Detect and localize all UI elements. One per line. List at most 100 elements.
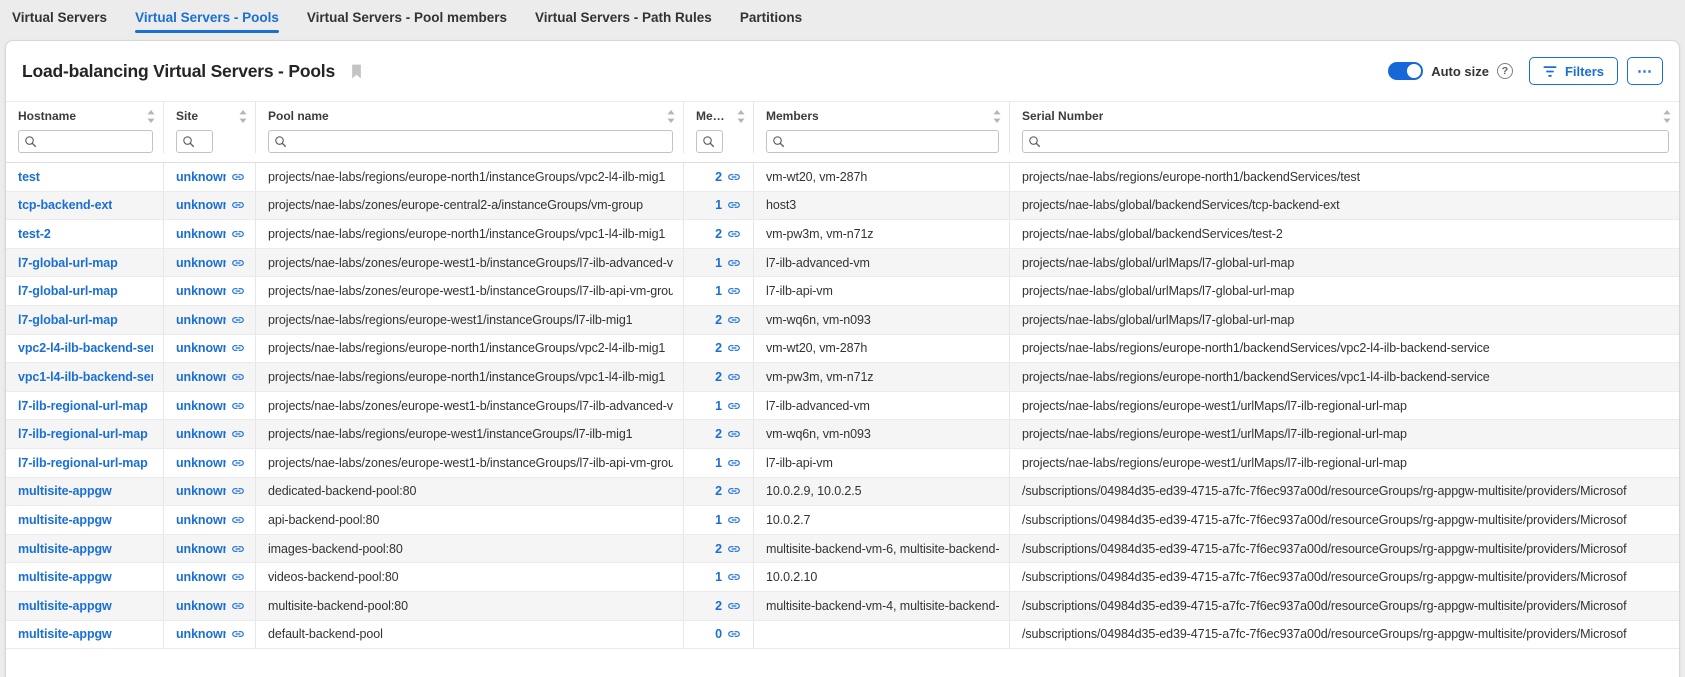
bookmark-icon[interactable]: [349, 63, 364, 80]
site-link[interactable]: unknown: [176, 456, 245, 470]
tab-partitions[interactable]: Partitions: [740, 0, 802, 34]
hostname-link[interactable]: multisite-appgw: [18, 484, 112, 498]
hostname-link[interactable]: tcp-backend-ext: [18, 198, 112, 212]
site-link[interactable]: unknown: [176, 284, 245, 298]
members-count-link[interactable]: 1: [715, 456, 741, 470]
site-link[interactable]: unknown: [176, 484, 245, 498]
hostname-link[interactable]: vpc2-l4-ilb-backend-service: [18, 341, 153, 355]
sort-icon[interactable]: [987, 110, 1001, 123]
serial-number-filter-input[interactable]: [1041, 131, 1668, 152]
help-icon[interactable]: ?: [1497, 63, 1513, 79]
table-row: l7-global-url-map unknown projects/nae-l…: [6, 306, 1679, 335]
members-count-link[interactable]: 1: [715, 284, 741, 298]
link-chain-icon: [727, 513, 741, 527]
hostname-link[interactable]: vpc1-l4-ilb-backend-service: [18, 370, 153, 384]
hostname-link[interactable]: test-2: [18, 227, 51, 241]
members-count-link[interactable]: 2: [715, 427, 741, 441]
site-link[interactable]: unknown: [176, 198, 245, 212]
table-row: l7-ilb-regional-url-map unknown projects…: [6, 449, 1679, 478]
site-link[interactable]: unknown: [176, 542, 245, 556]
pool-name-cell: videos-backend-pool:80: [256, 563, 684, 591]
hostname-link[interactable]: l7-global-url-map: [18, 256, 118, 270]
site-link[interactable]: unknown: [176, 627, 245, 641]
members-cell: host3: [754, 192, 1010, 220]
link-chain-icon: [727, 170, 741, 184]
link-chain-icon: [231, 227, 245, 241]
hostname-link[interactable]: l7-ilb-regional-url-map: [18, 456, 148, 470]
members-count-link[interactable]: 1: [715, 399, 741, 413]
hostname-filter-input[interactable]: [37, 131, 152, 152]
members-count-link[interactable]: 1: [715, 570, 741, 584]
members-count-link[interactable]: 2: [715, 542, 741, 556]
members-count-link[interactable]: 2: [715, 170, 741, 184]
site-link[interactable]: unknown: [176, 227, 245, 241]
members-count-link[interactable]: 0: [715, 627, 741, 641]
tab-virtual-servers-pool-members[interactable]: Virtual Servers - Pool members: [307, 0, 507, 34]
serial-number-cell: projects/nae-labs/global/backendServices…: [1010, 192, 1679, 220]
site-link[interactable]: unknown: [176, 256, 245, 270]
site-link[interactable]: unknown: [176, 399, 245, 413]
table-row: multisite-appgw unknown api-backend-pool…: [6, 506, 1679, 535]
link-chain-icon: [231, 370, 245, 384]
members-count-link[interactable]: 2: [715, 227, 741, 241]
toggle-knob: [1407, 64, 1421, 78]
hostname-link[interactable]: l7-global-url-map: [18, 284, 118, 298]
members-count-link[interactable]: 2: [715, 370, 741, 384]
sort-icon[interactable]: [661, 110, 675, 123]
sort-icon[interactable]: [141, 110, 155, 123]
site-link[interactable]: unknown: [176, 313, 245, 327]
hostname-link[interactable]: multisite-appgw: [18, 627, 112, 641]
site-link[interactable]: unknown: [176, 341, 245, 355]
members-count-link[interactable]: 1: [715, 256, 741, 270]
link-chain-icon: [727, 313, 741, 327]
filters-button[interactable]: Filters: [1529, 57, 1618, 85]
link-chain-icon: [727, 370, 741, 384]
hostname-link[interactable]: multisite-appgw: [18, 513, 112, 527]
serial-number-cell: /subscriptions/04984d35-ed39-4715-a7fc-7…: [1010, 592, 1679, 620]
table-row: multisite-appgw unknown multisite-backen…: [6, 592, 1679, 621]
hostname-link[interactable]: l7-ilb-regional-url-map: [18, 399, 148, 413]
ellipsis-icon: ⋯: [1637, 62, 1653, 80]
sort-icon[interactable]: [233, 110, 247, 123]
tab-virtual-servers-path-rules[interactable]: Virtual Servers - Path Rules: [535, 0, 712, 34]
site-filter-input[interactable]: [195, 131, 212, 152]
hostname-link[interactable]: l7-ilb-regional-url-map: [18, 427, 148, 441]
site-link[interactable]: unknown: [176, 513, 245, 527]
members-count-link[interactable]: 2: [715, 484, 741, 498]
sort-icon[interactable]: [731, 110, 745, 123]
members-count-link[interactable]: 1: [715, 198, 741, 212]
members-filter-input[interactable]: [785, 131, 998, 152]
pool-name-filter-input[interactable]: [287, 131, 672, 152]
sort-icon[interactable]: [1657, 110, 1671, 123]
link-chain-icon: [727, 599, 741, 613]
hostname-link[interactable]: multisite-appgw: [18, 570, 112, 584]
members-count-link[interactable]: 2: [715, 313, 741, 327]
site-link[interactable]: unknown: [176, 599, 245, 613]
tab-virtual-servers[interactable]: Virtual Servers: [12, 0, 107, 34]
more-options-button[interactable]: ⋯: [1627, 57, 1663, 85]
pool-name-cell: projects/nae-labs/regions/europe-north1/…: [256, 220, 684, 248]
site-link[interactable]: unknown: [176, 370, 245, 384]
table-row: multisite-appgw unknown dedicated-backen…: [6, 478, 1679, 507]
members-count-link[interactable]: 1: [715, 513, 741, 527]
site-link[interactable]: unknown: [176, 170, 245, 184]
serial-number-cell: projects/nae-labs/regions/europe-west1/u…: [1010, 392, 1679, 420]
hostname-link[interactable]: multisite-appgw: [18, 542, 112, 556]
hostname-link[interactable]: l7-global-url-map: [18, 313, 118, 327]
column-header-hostname: Hostname: [18, 109, 76, 123]
hostname-link[interactable]: test: [18, 170, 40, 184]
link-chain-icon: [727, 198, 741, 212]
members-count-link[interactable]: 2: [715, 599, 741, 613]
site-link[interactable]: unknown: [176, 570, 245, 584]
tab-virtual-servers-pools[interactable]: Virtual Servers - Pools: [135, 0, 279, 34]
serial-number-cell: projects/nae-labs/global/urlMaps/l7-glob…: [1010, 306, 1679, 334]
auto-size-toggle[interactable]: [1388, 62, 1423, 80]
members-cell: vm-pw3m, vm-n71z: [754, 363, 1010, 391]
hostname-link[interactable]: multisite-appgw: [18, 599, 112, 613]
members-count-filter-input[interactable]: [715, 131, 722, 152]
site-link[interactable]: unknown: [176, 427, 245, 441]
members-count-link[interactable]: 2: [715, 341, 741, 355]
link-chain-icon: [727, 427, 741, 441]
members-cell: l7-ilb-api-vm: [754, 277, 1010, 305]
link-chain-icon: [231, 313, 245, 327]
